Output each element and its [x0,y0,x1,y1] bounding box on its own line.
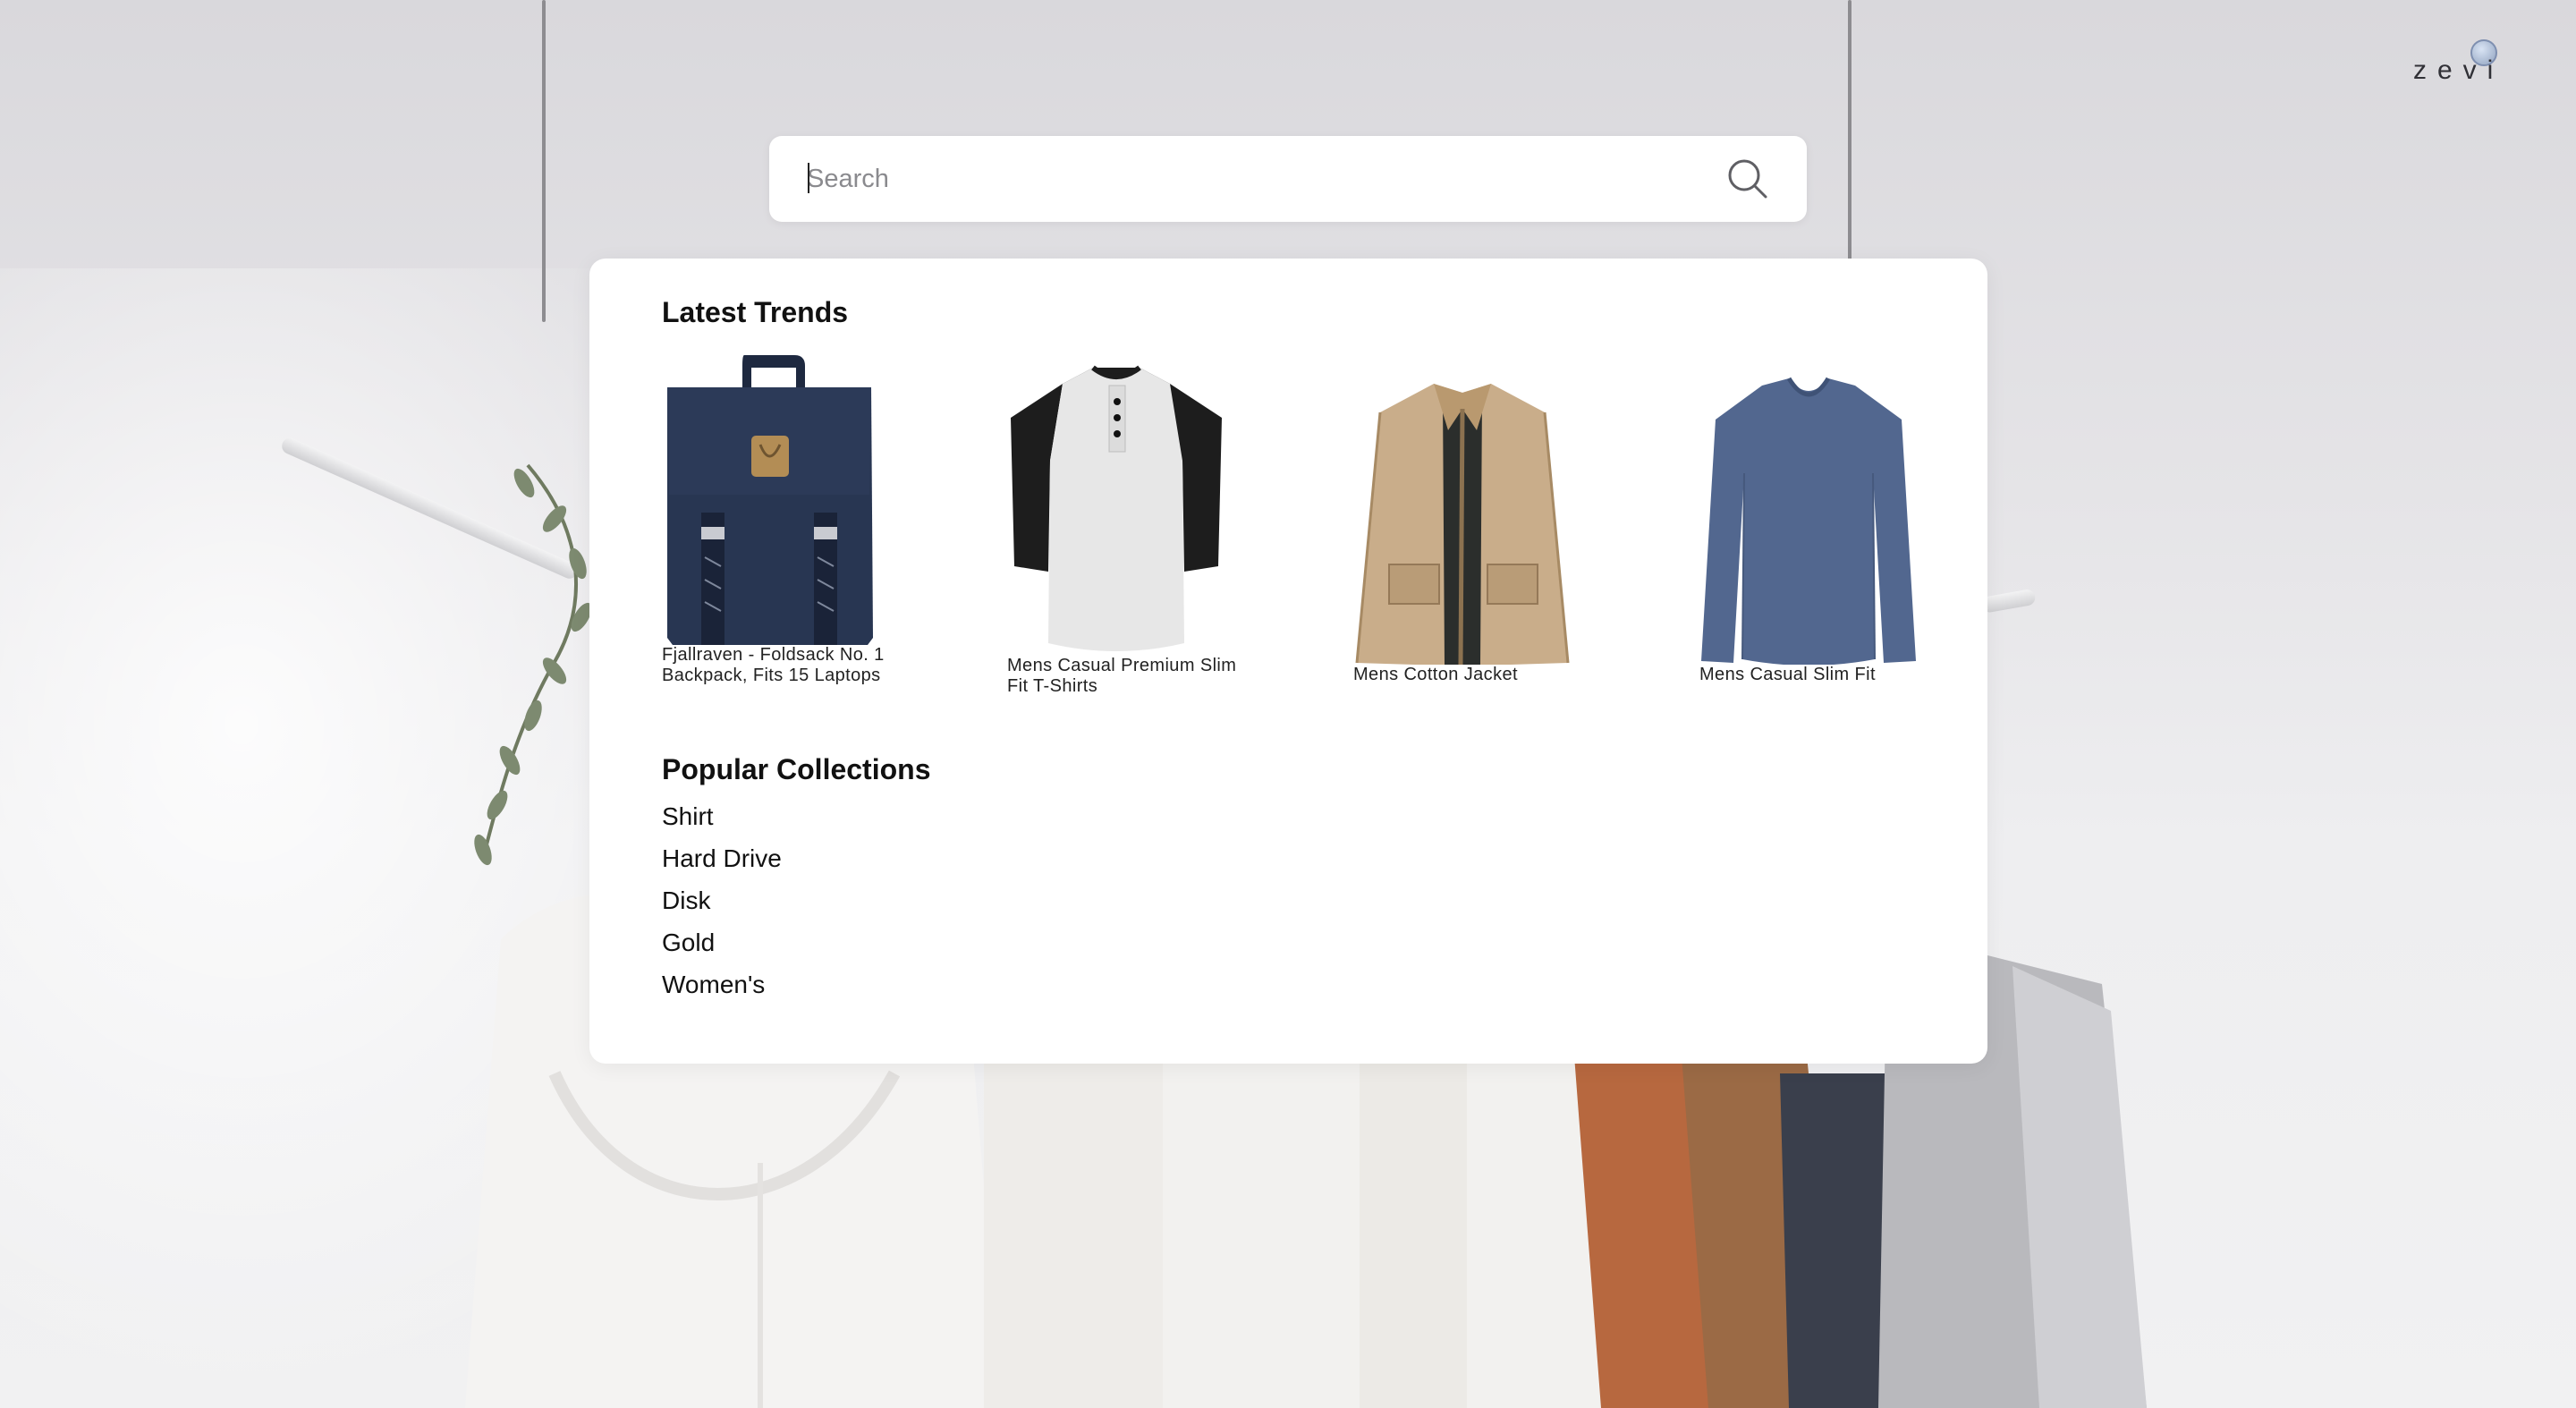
text-cursor [808,163,809,193]
collection-link[interactable]: Gold [662,921,782,963]
trend-item[interactable]: Mens Casual Premium Slim Fit T-Shirts [1007,364,1240,697]
long-sleeve-tee-image [1701,377,1916,665]
latest-trends-title: Latest Trends [662,296,849,328]
suggestions-panel: Latest Trends Fjallraven - Foldsack No. … [589,259,1987,1064]
trend-item-name: Mens Cotton Jacket [1353,665,1518,684]
search-input[interactable] [807,136,1701,222]
trend-item-name: Mens Casual Premium Slim Fit T-Shirts [1007,656,1237,696]
search-bar [769,136,1807,222]
jacket-image [1355,384,1570,665]
trend-item-name: Mens Casual Slim Fit [1699,665,1876,684]
brand-logo[interactable]: zevi [2413,55,2504,86]
search-icon[interactable] [1724,156,1771,202]
raglan-shirt-image [1011,365,1222,651]
popular-collections-title: Popular Collections [662,753,931,785]
collections-list: Shirt Hard Drive Disk Gold Women's [662,795,782,1005]
collection-link[interactable]: Women's [662,963,782,1005]
backpack-image [667,355,873,645]
trend-item-name: Fjallraven - Foldsack No. 1 Backpack, Fi… [662,645,885,685]
collection-link[interactable]: Disk [662,879,782,921]
trend-item[interactable]: Mens Cotton Jacket [1353,377,1586,685]
trend-item[interactable]: Fjallraven - Foldsack No. 1 Backpack, Fi… [662,352,894,686]
collection-link[interactable]: Hard Drive [662,837,782,879]
trend-item[interactable]: Mens Casual Slim Fit [1699,375,1932,685]
collection-link[interactable]: Shirt [662,795,782,837]
